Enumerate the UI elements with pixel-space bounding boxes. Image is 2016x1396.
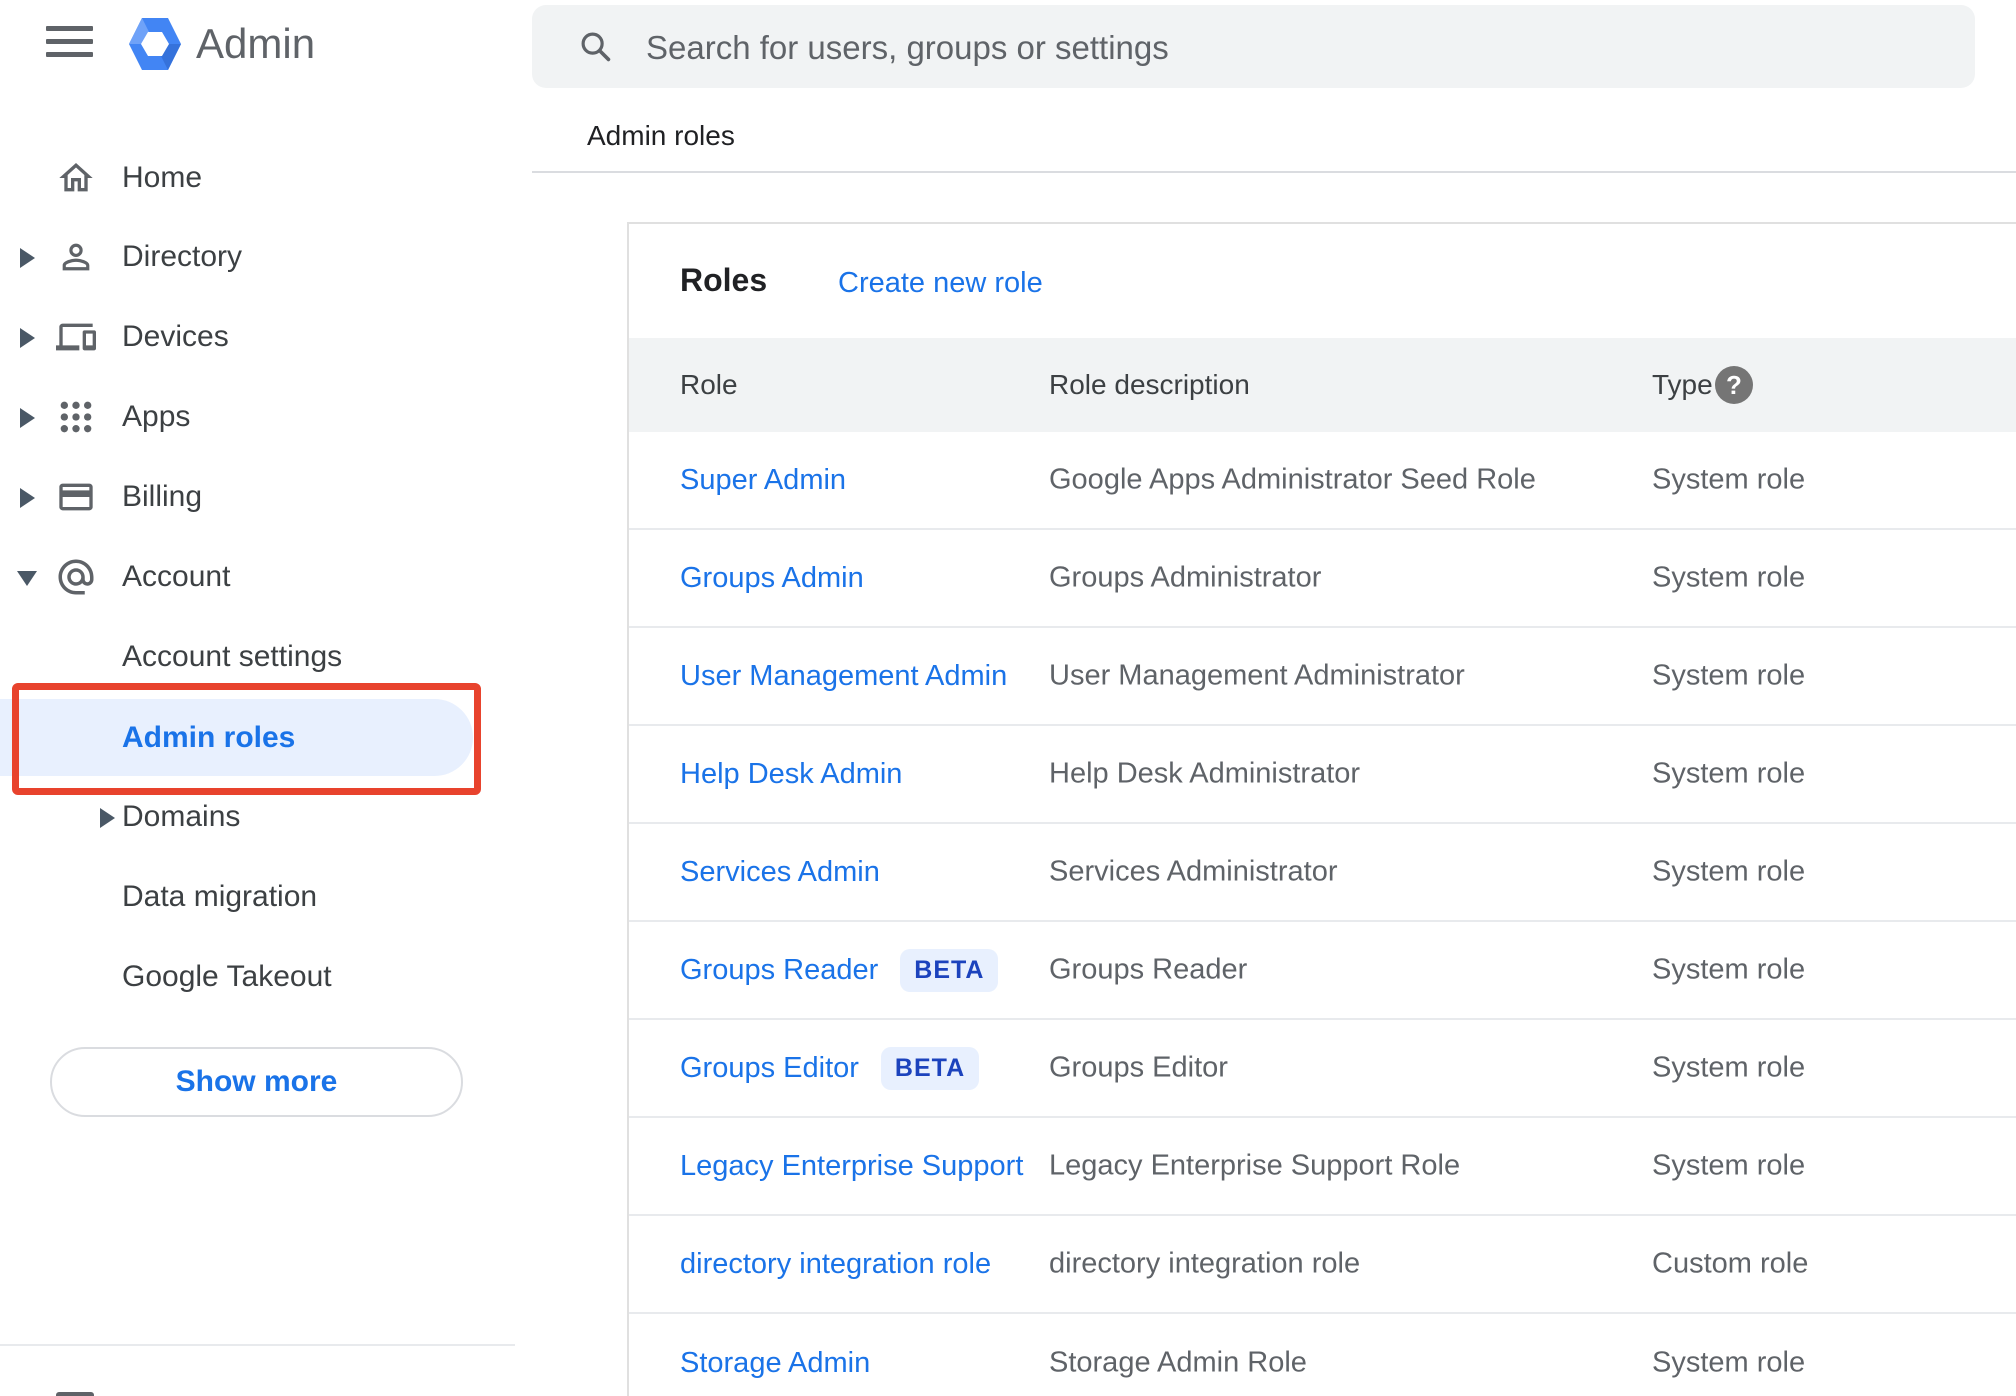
role-link[interactable]: User Management Admin bbox=[680, 660, 1007, 693]
sidebar-item-label: Home bbox=[122, 161, 203, 194]
person-icon bbox=[55, 236, 97, 278]
menu-hamburger-icon[interactable] bbox=[46, 26, 93, 57]
role-type: System role bbox=[1652, 561, 1806, 594]
column-header-type: Type bbox=[1652, 369, 1713, 400]
at-icon bbox=[55, 556, 97, 598]
role-description: Legacy Enterprise Support Role bbox=[1049, 1149, 1461, 1182]
expand-caret-icon[interactable] bbox=[20, 248, 35, 268]
sidebar-item-label: Apps bbox=[122, 400, 191, 433]
beta-badge: BETA bbox=[900, 948, 999, 992]
sidebar-item-label: Account bbox=[122, 560, 231, 593]
table-row: Groups Reader BETA Groups Reader System … bbox=[629, 922, 2016, 1020]
role-link[interactable]: Groups Admin bbox=[680, 562, 864, 595]
panel-title: Roles bbox=[680, 262, 768, 298]
table-row: directory integration role directory int… bbox=[629, 1216, 2016, 1314]
sidebar-item-label: Directory bbox=[122, 240, 243, 273]
role-description: Google Apps Administrator Seed Role bbox=[1049, 463, 1536, 496]
column-header-role: Role bbox=[680, 369, 738, 400]
sidebar-item-admin-roles-selected[interactable]: Admin roles bbox=[0, 699, 473, 776]
sidebar-item-apps[interactable]: Apps bbox=[0, 377, 531, 457]
role-description: Storage Admin Role bbox=[1049, 1346, 1307, 1379]
role-type: Custom role bbox=[1652, 1247, 1809, 1280]
sidebar-item-home[interactable]: Home bbox=[0, 138, 531, 218]
role-type: System role bbox=[1652, 463, 1806, 496]
show-more-label: Show more bbox=[175, 1065, 338, 1098]
search-bar[interactable] bbox=[532, 5, 1975, 90]
role-description: Groups Administrator bbox=[1049, 561, 1322, 594]
apps-grid-icon bbox=[55, 396, 97, 438]
column-header-role-description: Role description bbox=[1049, 369, 1250, 400]
role-type: System role bbox=[1652, 757, 1806, 790]
show-more-button[interactable]: Show more bbox=[50, 1047, 463, 1117]
product-title: Admin bbox=[196, 20, 316, 67]
sidebar-item-label: Domains bbox=[122, 800, 241, 833]
sidebar-item-label: Data migration bbox=[122, 880, 318, 913]
partial-device-icon bbox=[56, 1392, 94, 1396]
home-icon bbox=[55, 157, 97, 199]
role-link[interactable]: directory integration role bbox=[680, 1248, 991, 1281]
header-divider bbox=[532, 171, 2016, 173]
beta-badge: BETA bbox=[880, 1046, 980, 1090]
role-type: System role bbox=[1652, 953, 1806, 986]
sidebar-item-label: Admin roles bbox=[122, 720, 296, 754]
admin-logo-icon bbox=[129, 18, 181, 70]
role-description: directory integration role bbox=[1049, 1247, 1361, 1280]
role-link[interactable]: Help Desk Admin bbox=[680, 758, 902, 791]
table-row: Groups Admin Groups Administrator System… bbox=[629, 530, 2016, 628]
role-type: System role bbox=[1652, 659, 1806, 692]
sidebar-item-label: Google Takeout bbox=[122, 960, 332, 993]
sidebar-item-label: Account settings bbox=[122, 640, 343, 673]
create-new-role-link[interactable]: Create new role bbox=[838, 267, 1043, 300]
role-link[interactable]: Super Admin bbox=[680, 464, 846, 497]
table-row: Services Admin Services Administrator Sy… bbox=[629, 824, 2016, 922]
role-type: System role bbox=[1652, 1149, 1806, 1182]
table-row: Groups Editor BETA Groups Editor System … bbox=[629, 1020, 2016, 1118]
sidebar-item-label: Devices bbox=[122, 320, 229, 353]
table-header-row: Role Role description Type ? bbox=[629, 338, 2016, 432]
role-type: System role bbox=[1652, 855, 1806, 888]
sidebar-item-domains[interactable]: Domains bbox=[0, 777, 531, 857]
expand-caret-icon[interactable] bbox=[20, 408, 35, 428]
search-icon bbox=[581, 32, 611, 62]
breadcrumb: Admin roles bbox=[587, 120, 735, 151]
credit-card-icon bbox=[55, 476, 97, 518]
expand-caret-icon[interactable] bbox=[100, 808, 115, 828]
role-description: Groups Editor bbox=[1049, 1051, 1228, 1084]
sidebar-divider bbox=[0, 1344, 515, 1346]
sidebar-item-billing[interactable]: Billing bbox=[0, 457, 531, 537]
table-row: Legacy Enterprise Support Legacy Enterpr… bbox=[629, 1118, 2016, 1216]
role-link[interactable]: Groups Editor bbox=[680, 1052, 859, 1085]
role-link[interactable]: Groups Reader bbox=[680, 954, 878, 987]
expand-caret-icon[interactable] bbox=[20, 328, 35, 348]
table-row: Help Desk Admin Help Desk Administrator … bbox=[629, 726, 2016, 824]
sidebar-item-label: Billing bbox=[122, 480, 203, 513]
help-icon[interactable]: ? bbox=[1715, 366, 1753, 404]
sidebar-item-devices[interactable]: Devices bbox=[0, 297, 531, 377]
role-link[interactable]: Storage Admin bbox=[680, 1347, 870, 1380]
role-description: Services Administrator bbox=[1049, 855, 1338, 888]
role-type: System role bbox=[1652, 1051, 1806, 1084]
search-input[interactable] bbox=[644, 5, 1948, 90]
table-row: User Management Admin User Management Ad… bbox=[629, 628, 2016, 726]
sidebar-item-data-migration[interactable]: Data migration bbox=[0, 857, 531, 937]
role-link[interactable]: Legacy Enterprise Support bbox=[680, 1150, 1023, 1183]
role-description: Groups Reader bbox=[1049, 953, 1248, 986]
sidebar-item-directory[interactable]: Directory bbox=[0, 217, 531, 297]
collapse-caret-icon[interactable] bbox=[17, 571, 37, 586]
role-link[interactable]: Services Admin bbox=[680, 856, 880, 889]
table-row: Storage Admin Storage Admin Role System … bbox=[629, 1314, 2016, 1396]
sidebar-item-account[interactable]: Account bbox=[0, 537, 531, 617]
sidebar-item-account-settings[interactable]: Account settings bbox=[0, 617, 531, 697]
role-description: Help Desk Administrator bbox=[1049, 757, 1361, 790]
sidebar-item-google-takeout[interactable]: Google Takeout bbox=[0, 937, 531, 1017]
devices-icon bbox=[55, 316, 97, 358]
table-row: Super Admin Google Apps Administrator Se… bbox=[629, 432, 2016, 530]
admin-console: Admin Admin roles Home Directory Devices bbox=[0, 0, 2016, 1396]
role-description: User Management Administrator bbox=[1049, 659, 1465, 692]
roles-panel: Roles Create new role Role Role descript… bbox=[627, 222, 2016, 1396]
role-type: System role bbox=[1652, 1346, 1806, 1379]
expand-caret-icon[interactable] bbox=[20, 488, 35, 508]
